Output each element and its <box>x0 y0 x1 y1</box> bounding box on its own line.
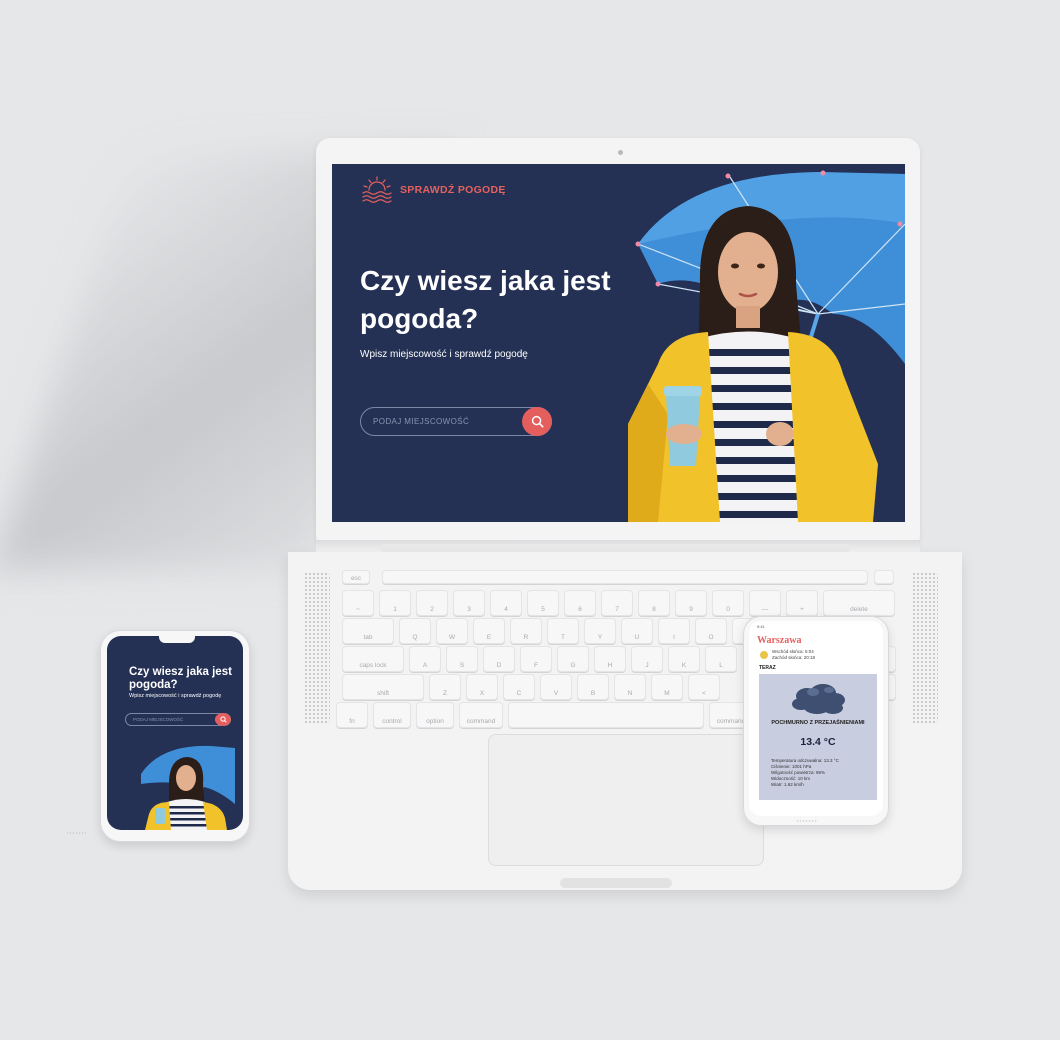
weather-description: POCHMURNO Z PRZEJAŚNIENIAMI <box>771 720 865 726</box>
key-t[interactable]: T <box>547 618 579 644</box>
key-control[interactable]: control <box>373 702 411 728</box>
key-7[interactable]: 7 <box>601 590 633 616</box>
trackpad[interactable] <box>488 734 764 866</box>
phone-notch <box>159 636 195 643</box>
cloud-icon <box>792 684 845 714</box>
key-9[interactable]: 9 <box>675 590 707 616</box>
key-o[interactable]: O <box>695 618 727 644</box>
phone-left-speaker <box>66 832 86 834</box>
hero-subtitle: Wpisz miejscowość i sprawdź pogodę <box>360 349 528 360</box>
mobile-search-button[interactable] <box>215 713 231 726</box>
key-6[interactable]: 6 <box>564 590 596 616</box>
key-4[interactable]: 4 <box>490 590 522 616</box>
key-h[interactable]: H <box>594 646 626 672</box>
key-5[interactable]: 5 <box>527 590 559 616</box>
weather-card: POCHMURNO Z PRZEJAŚNIENIAMI 13.4 °C Temp… <box>759 674 877 800</box>
weather-details: Temperatura odczuwalna: 13.3 °C Ciśnieni… <box>771 758 875 788</box>
key-shift-left[interactable]: shift <box>342 674 424 700</box>
temperature: 13.4 °C <box>800 736 836 748</box>
key-fn[interactable]: fn <box>336 702 368 728</box>
mobile-search-placeholder: PODAJ MIEJSCOWOŚĆ <box>133 717 184 722</box>
hero-photo-woman-umbrella <box>628 170 905 522</box>
key-z[interactable]: Z <box>429 674 461 700</box>
key-i[interactable]: I <box>658 618 690 644</box>
key-touch-id[interactable] <box>874 570 894 584</box>
key-g[interactable]: G <box>557 646 589 672</box>
key-j[interactable]: J <box>631 646 663 672</box>
search-button[interactable] <box>522 407 552 436</box>
search-icon <box>219 716 227 723</box>
section-label-now: TERAZ <box>759 665 776 671</box>
key-w[interactable]: W <box>436 618 468 644</box>
key-y[interactable]: Y <box>584 618 616 644</box>
phone-right-screen: 9:41 Warszawa Wschód słońca: 5:04 Zachód… <box>749 621 883 816</box>
brand-name[interactable]: SPRAWDŹ POGODĘ <box>400 184 506 196</box>
key-q[interactable]: Q <box>399 618 431 644</box>
sun-icon <box>760 651 768 659</box>
laptop-hinge-notch <box>380 544 850 552</box>
key-a[interactable]: A <box>409 646 441 672</box>
touch-bar[interactable] <box>382 570 868 584</box>
key-d[interactable]: D <box>483 646 515 672</box>
key-k[interactable]: K <box>668 646 700 672</box>
mobile-hero-title: Czy wiesz jaka jest pogoda? <box>129 666 232 691</box>
laptop-front-notch <box>560 878 672 888</box>
key-f[interactable]: F <box>520 646 552 672</box>
key-r[interactable]: R <box>510 618 542 644</box>
key-x[interactable]: X <box>466 674 498 700</box>
city-name: Warszawa <box>757 635 802 646</box>
key-caps-lock[interactable]: caps lock <box>342 646 404 672</box>
key-plus[interactable]: + <box>786 590 818 616</box>
key-s[interactable]: S <box>446 646 478 672</box>
key-comma[interactable]: < <box>688 674 720 700</box>
key-delete[interactable]: delete <box>823 590 895 616</box>
key-c[interactable]: C <box>503 674 535 700</box>
sunset-time: Zachód słońca: 20:18 <box>772 655 816 660</box>
key-tab[interactable]: tab <box>342 618 394 644</box>
key-command-left[interactable]: command <box>459 702 503 728</box>
mobile-hero-subtitle: Wpisz miejscowość i sprawdź pogodę <box>129 693 222 699</box>
laptop-screen: SPRAWDŹ POGODĘ Czy wiesz jaka jest pogod… <box>332 164 905 522</box>
phone-left-screen: Czy wiesz jaka jest pogoda? Wpisz miejsc… <box>107 636 243 830</box>
key-b[interactable]: B <box>577 674 609 700</box>
detail-wind: Wiatr: 1.62 km/h <box>771 782 804 787</box>
key-8[interactable]: 8 <box>638 590 670 616</box>
search-icon <box>531 415 543 428</box>
key-l[interactable]: L <box>705 646 737 672</box>
key-0[interactable]: 0 <box>712 590 744 616</box>
key-u[interactable]: U <box>621 618 653 644</box>
laptop-camera <box>618 150 623 155</box>
sun-times: Wschód słońca: 5:04 Zachód słońca: 20:18 <box>772 649 815 661</box>
key-v[interactable]: V <box>540 674 572 700</box>
key-option[interactable]: option <box>416 702 454 728</box>
key-tilde[interactable]: ~ <box>342 590 374 616</box>
key-3[interactable]: 3 <box>453 590 485 616</box>
status-time: 9:41 <box>757 624 765 629</box>
key-esc[interactable]: esc <box>342 570 370 584</box>
search-placeholder: PODAJ MIEJSCOWOŚĆ <box>373 417 470 426</box>
key-minus[interactable]: — <box>749 590 781 616</box>
sun-logo-icon <box>362 176 392 203</box>
hero-title: Czy wiesz jaka jest pogoda? <box>360 265 611 334</box>
key-e[interactable]: E <box>473 618 505 644</box>
key-space[interactable] <box>508 702 704 728</box>
phone-right-speaker <box>796 820 818 822</box>
key-m[interactable]: M <box>651 674 683 700</box>
key-2[interactable]: 2 <box>416 590 448 616</box>
mobile-hero-photo <box>141 745 235 830</box>
speaker-grill-left <box>304 572 330 724</box>
key-1[interactable]: 1 <box>379 590 411 616</box>
key-n[interactable]: N <box>614 674 646 700</box>
